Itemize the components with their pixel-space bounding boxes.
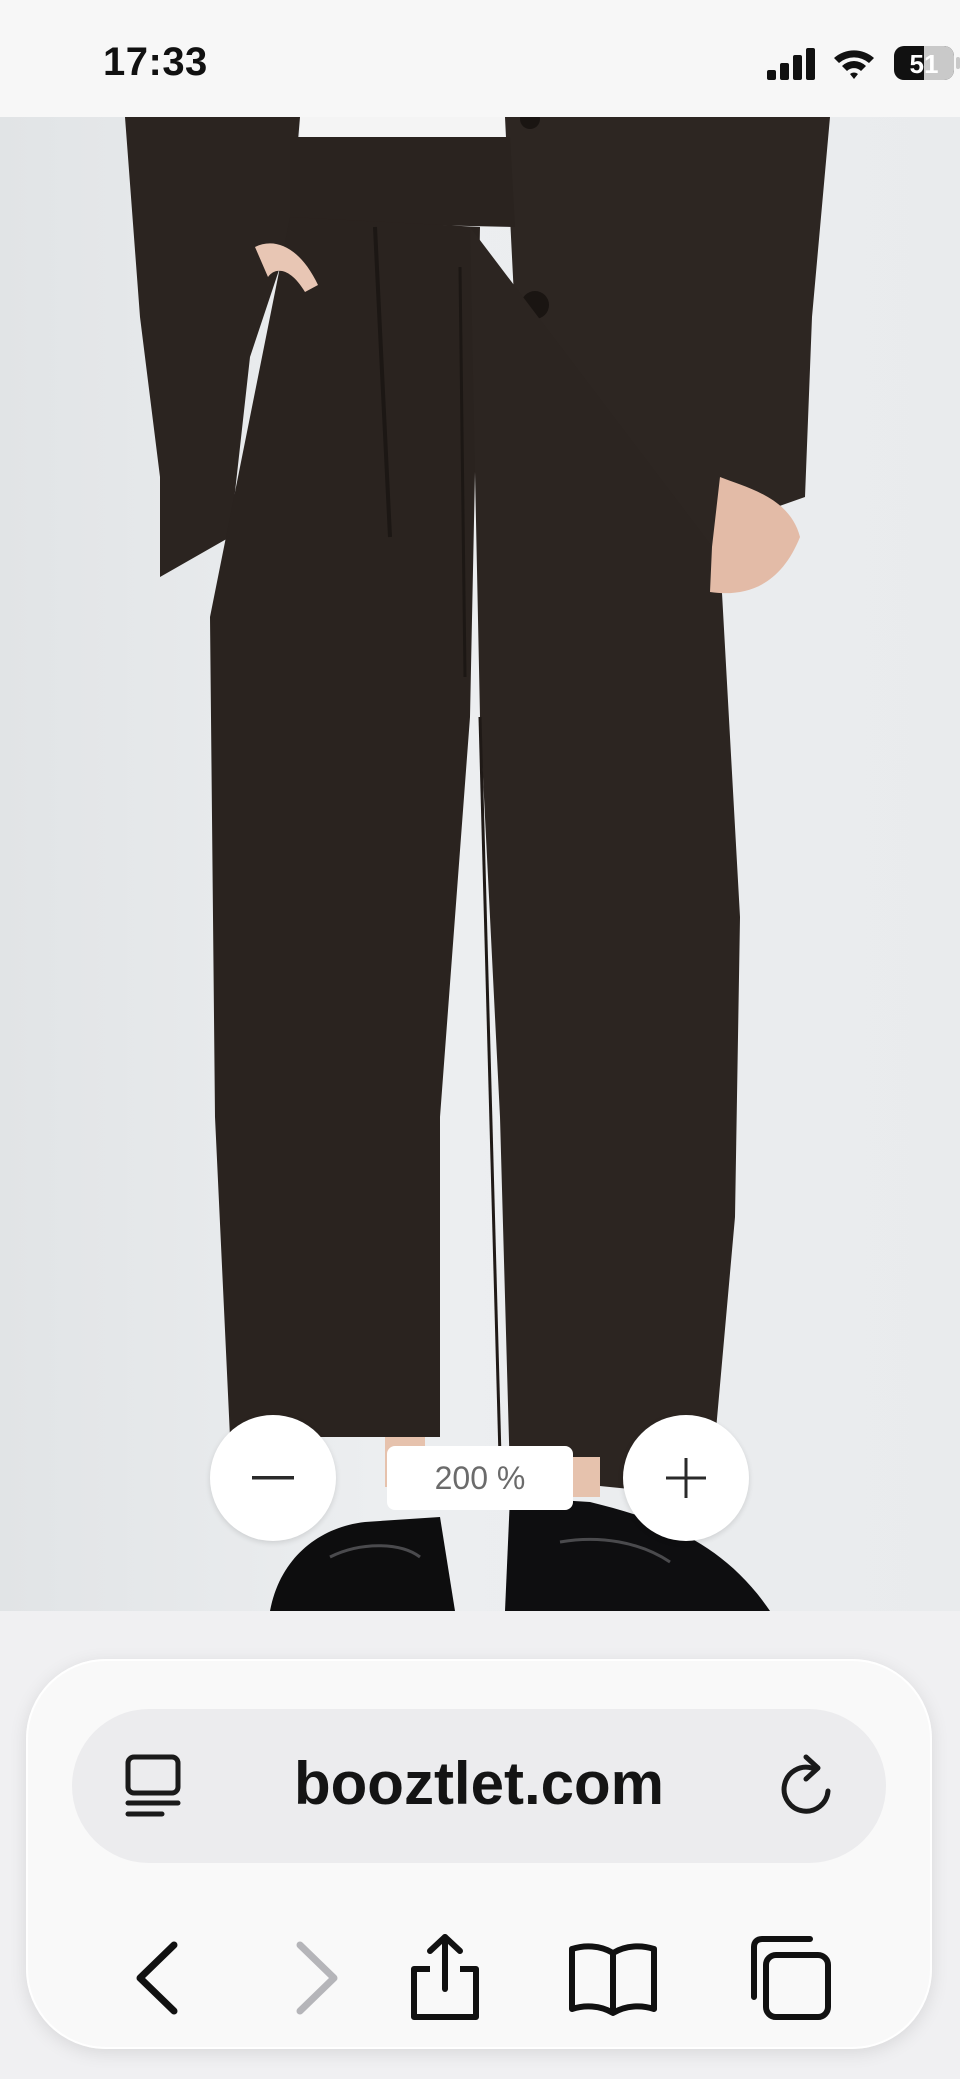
reload-icon[interactable] bbox=[776, 1751, 840, 1821]
plus-icon bbox=[666, 1458, 706, 1498]
forward-icon[interactable] bbox=[270, 1933, 360, 2023]
tabs-icon[interactable] bbox=[744, 1933, 834, 2023]
trousers-photo-illustration bbox=[125, 117, 830, 1611]
bookmarks-icon[interactable] bbox=[568, 1933, 658, 2023]
browser-toolbar: booztlet.com bbox=[26, 1659, 932, 2049]
signal-icon bbox=[767, 48, 815, 80]
url-text[interactable]: booztlet.com bbox=[212, 1749, 746, 1818]
battery-icon: 51 bbox=[894, 46, 960, 80]
zoom-level-indicator: 200 % bbox=[387, 1446, 573, 1510]
back-icon[interactable] bbox=[112, 1933, 202, 2023]
reader-icon[interactable] bbox=[122, 1754, 184, 1818]
status-time: 17:33 bbox=[103, 40, 208, 84]
wifi-icon bbox=[834, 50, 874, 79]
minus-icon bbox=[252, 1476, 294, 1480]
share-icon[interactable] bbox=[400, 1933, 490, 2023]
battery-level: 51 bbox=[909, 49, 939, 79]
browser-bottom-area: booztlet.com bbox=[0, 1611, 960, 2079]
address-bar[interactable]: booztlet.com bbox=[72, 1709, 886, 1863]
status-bar: 17:33 51 bbox=[0, 0, 960, 117]
product-image[interactable] bbox=[0, 117, 960, 1611]
zoom-in-button[interactable] bbox=[623, 1415, 749, 1541]
zoom-out-button[interactable] bbox=[210, 1415, 336, 1541]
